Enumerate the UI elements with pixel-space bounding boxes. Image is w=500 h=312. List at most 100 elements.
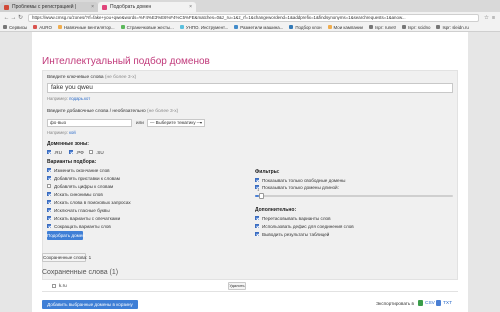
keywords-note: (не более 3-х) (103, 75, 137, 80)
zone-rf-checkbox[interactable]: .РФ (69, 149, 84, 155)
additional-label: Перетасовывать варианты слов (262, 215, 331, 221)
additional-checkbox[interactable]: Перетасовывать варианты слов (255, 215, 331, 221)
option-checkbox[interactable]: Добавлять цифры к словам (47, 183, 113, 189)
bookmark-icon (179, 25, 184, 29)
bookmark-item[interactable]: Навязчиые вентилятор... (57, 24, 115, 30)
menu-icon[interactable]: ≡ (490, 15, 497, 21)
checkbox-checked-icon (47, 176, 51, 180)
checkbox-unchecked-icon (47, 184, 51, 188)
hint-prefix: Например: (47, 130, 70, 135)
hint-prefix: Например: (47, 96, 70, 101)
bookmark-icon (289, 25, 294, 29)
url-field[interactable]: https://www.cmsg.ru/zones/?rf=fake+you+q… (28, 13, 479, 22)
bookmark-item[interactable]: Страничковые жесты... (120, 25, 174, 30)
bookmark-label: УНПО. Инструмент... (185, 24, 229, 30)
options-heading: Варианты подбора: (47, 159, 97, 165)
bookmark-item[interactable]: AURO (33, 25, 52, 30)
checkbox-checked-icon (47, 200, 51, 204)
bookmark-icon (327, 25, 332, 29)
checkbox-unchecked-icon[interactable] (52, 283, 56, 288)
option-label: Изменить окончание слов (54, 167, 110, 173)
option-checkbox[interactable]: Искать варианты с опечатками (47, 215, 120, 221)
saved-word-item[interactable]: k.ru (52, 283, 67, 288)
txt-file-icon (436, 300, 441, 306)
add-to-cart-button[interactable]: Добавить выбранные домены в корзину (42, 300, 138, 309)
zone-ru-checkbox[interactable]: .RU (47, 149, 62, 155)
extra-words-input[interactable]: фо·выо (47, 119, 132, 127)
extra-hint: Например: кой (47, 130, 76, 135)
option-checkbox[interactable]: Искать синонимы слов (47, 191, 103, 197)
option-label: Искать варианты с опечатками (54, 215, 121, 221)
csv-file-icon (418, 300, 423, 306)
bookmark-item[interactable]: Разметили машина... (234, 25, 283, 30)
zone-su-checkbox[interactable]: .SU (89, 149, 104, 155)
option-checkbox[interactable]: Добавлять приставки к словам (47, 175, 120, 181)
bookmark-item[interactable]: Ispr: sleidn.ru (436, 25, 469, 30)
bookmark-icon (57, 25, 62, 29)
browser-tab-domain-picker[interactable]: Подобрать домен × (98, 2, 196, 12)
checkbox-checked-icon (255, 216, 259, 220)
checkbox-unchecked-icon (89, 150, 93, 154)
option-label: Добавлять приставки к словам (54, 175, 120, 181)
reload-icon[interactable]: ↻ (17, 14, 24, 21)
slider-handle[interactable] (259, 193, 264, 199)
bookmark-item[interactable]: Ispr: runet! (369, 25, 396, 30)
filter-checkbox[interactable]: Показывать только домены длиной: (255, 184, 339, 190)
filter-checkbox[interactable]: Показывать только свободные домены (255, 177, 345, 183)
close-tab-icon[interactable]: × (91, 4, 94, 10)
additional-checkbox[interactable]: Использовать дефис для соединения слов (255, 223, 354, 229)
domain-search-form: Введите ключевые слова (не более 3-х) fa… (42, 70, 458, 280)
address-bar: ← → ↻ https://www.cmsg.ru/zones/?rf=fake… (0, 12, 500, 23)
filter-label: Показывать только свободные домены (262, 177, 346, 183)
checkbox-checked-icon (47, 216, 51, 220)
keywords-input[interactable]: fake you qweu (47, 83, 453, 93)
find-domain-button[interactable]: Подобрать домен (47, 231, 85, 240)
checkbox-checked-icon (47, 208, 51, 212)
export-csv-link[interactable]: CSV (418, 300, 435, 306)
checkbox-checked-icon (47, 168, 51, 172)
option-label: Искать синонимы слов (54, 191, 103, 197)
forward-icon[interactable]: → (10, 15, 17, 21)
bookmark-item[interactable]: УНПО. Инструмент... (179, 24, 229, 30)
additional-checkbox[interactable]: Выводить результаты таблицей (255, 231, 329, 237)
option-checkbox[interactable]: Изменить окончание слов (47, 167, 110, 173)
tab-title: Подобрать домен (110, 4, 152, 10)
bookmark-label: Ispr: scidno (408, 24, 431, 30)
option-checkbox[interactable]: Искать слова в поисковых запросах (47, 199, 131, 205)
bookmark-item[interactable]: Мои кампании (327, 25, 363, 30)
saved-words-heading: Сохраненные слова (1) (42, 269, 119, 276)
bookmark-label: Навязчиые вентилятор... (63, 24, 115, 30)
close-tab-icon[interactable]: × (189, 4, 192, 10)
option-label: Исключать гласные буквы (54, 207, 110, 213)
extra-note: (не более 3-х) (145, 109, 179, 114)
export-txt-link[interactable]: TXT (436, 300, 452, 306)
bookmark-icon (120, 25, 125, 29)
keywords-example-link[interactable]: подарь.кот (69, 96, 90, 101)
tab-title: Проблемы с регистрацией | (12, 4, 77, 10)
saved-words-button[interactable]: Сохраненные слова: 1 (42, 253, 91, 262)
option-checkbox[interactable]: Сокращать варианты слов (47, 223, 111, 229)
txt-label: TXT (443, 300, 453, 306)
length-slider-value: 1 (257, 187, 260, 192)
browser-tab-registration[interactable]: Проблемы с регистрацией | × (0, 2, 98, 12)
bookmark-item[interactable]: Сервисы (3, 25, 27, 30)
bookmark-label: Сервисы (9, 24, 28, 30)
option-checkbox[interactable]: Исключать гласные буквы (47, 207, 110, 213)
bookmark-star-icon[interactable]: ☆ (483, 15, 490, 21)
extra-example-link[interactable]: кой (69, 130, 76, 135)
bookmark-item[interactable]: Подбор клон (289, 25, 322, 30)
additional-label: Выводить результаты таблицей (262, 231, 330, 237)
additional-label: Использовать дефис для соединения слов (262, 223, 354, 229)
browser-tab-bar: Проблемы с регистрацией | × Подобрать до… (0, 0, 500, 12)
length-slider[interactable] (255, 193, 453, 199)
back-icon[interactable]: ← (3, 15, 10, 21)
bookmark-item[interactable]: Ispr: scidno (402, 25, 430, 30)
bookmark-icon (234, 25, 239, 29)
zone-label: .SU (96, 149, 104, 155)
delete-button[interactable]: Удалить (228, 282, 246, 290)
checkbox-checked-icon (69, 150, 73, 154)
theme-select[interactable]: — Выберите тематику — ▾ (147, 119, 205, 127)
saved-word-label: k.ru (59, 283, 67, 288)
checkbox-checked-icon (47, 150, 51, 154)
bookmark-label: Разметили машина... (240, 24, 284, 30)
